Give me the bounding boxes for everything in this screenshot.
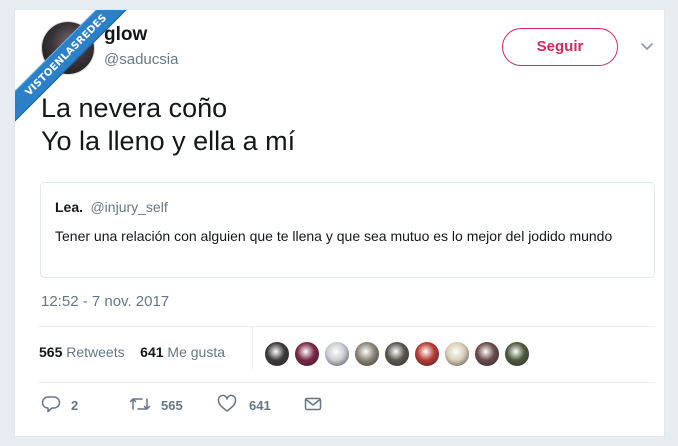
tweet-timestamp[interactable]: 12:52 - 7 nov. 2017 bbox=[41, 293, 169, 310]
liker-avatar[interactable] bbox=[264, 341, 290, 367]
liker-avatar[interactable] bbox=[444, 341, 470, 367]
watermark-ribbon: VISTOENLASREDES bbox=[15, 10, 155, 150]
watermark-text: VISTOENLASREDES bbox=[15, 10, 141, 130]
likes-stat[interactable]: 641 Me gusta bbox=[140, 344, 225, 360]
liker-avatar[interactable] bbox=[354, 341, 380, 367]
reply-icon bbox=[41, 396, 61, 413]
divider bbox=[39, 326, 655, 327]
retweets-stat[interactable]: 565 Retweets bbox=[39, 344, 129, 360]
retweets-count: 565 bbox=[39, 344, 63, 360]
liker-avatar[interactable] bbox=[504, 341, 530, 367]
liker-avatar[interactable] bbox=[474, 341, 500, 367]
chevron-down-icon[interactable] bbox=[639, 38, 655, 54]
envelope-icon bbox=[304, 397, 322, 411]
heart-icon bbox=[217, 394, 237, 412]
stats-separator bbox=[252, 327, 253, 369]
liker-avatar[interactable] bbox=[324, 341, 350, 367]
likes-label: Me gusta bbox=[167, 344, 226, 360]
engagement-stats: 565 Retweets 641 Me gusta bbox=[39, 344, 225, 360]
liker-avatar[interactable] bbox=[294, 341, 320, 367]
divider bbox=[39, 382, 655, 383]
reply-count: 2 bbox=[71, 398, 79, 413]
retweet-icon bbox=[129, 398, 151, 410]
retweet-count: 565 bbox=[161, 398, 183, 413]
quoted-tweet-text: Tener una relación con alguien que te ll… bbox=[55, 228, 613, 244]
quoted-author-handle: @injury_self bbox=[90, 199, 168, 215]
quoted-author-name: Lea. bbox=[55, 199, 84, 215]
likes-count: 641 bbox=[140, 344, 164, 360]
follow-button[interactable]: Seguir bbox=[502, 28, 618, 66]
liker-avatar[interactable] bbox=[414, 341, 440, 367]
tweet-card: VISTOENLASREDES glow @saducsia Seguir La… bbox=[14, 9, 665, 437]
retweets-label: Retweets bbox=[66, 344, 125, 360]
liker-avatar[interactable] bbox=[384, 341, 410, 367]
like-count: 641 bbox=[249, 398, 271, 413]
quoted-tweet[interactable]: Lea. @injury_self Tener una relación con… bbox=[40, 182, 655, 278]
